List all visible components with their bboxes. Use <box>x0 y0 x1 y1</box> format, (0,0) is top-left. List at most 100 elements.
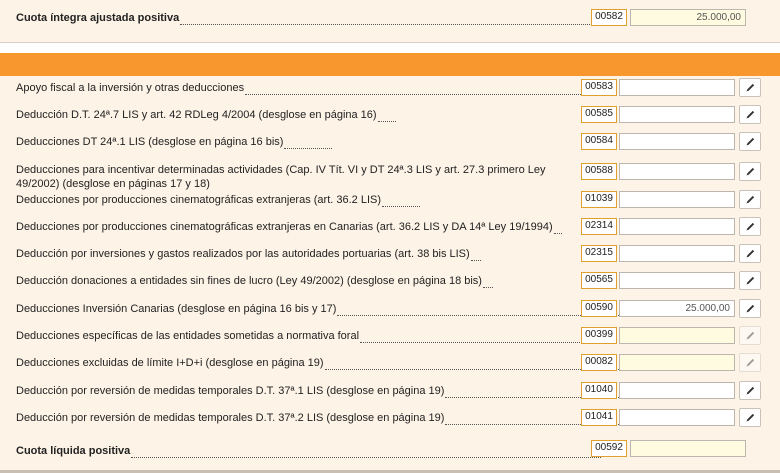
cuota-liquida-field <box>630 440 746 457</box>
row-label: Deducción por reversión de medidas tempo… <box>16 412 628 425</box>
pencil-icon <box>745 276 754 285</box>
dotted-leader <box>382 206 421 207</box>
box-code: 02315 <box>581 245 617 262</box>
dotted-leader <box>131 457 602 458</box>
box-code: 00583 <box>581 79 617 96</box>
box-code: 01040 <box>581 382 617 399</box>
row-label: Deducciones excluidas de límite I+D+i (d… <box>16 357 631 370</box>
section-header-bar <box>0 53 780 76</box>
dotted-leader <box>245 94 604 95</box>
deduction-label: Deducciones por producciones cinematográ… <box>16 194 382 206</box>
deduction-label: Apoyo fiscal a la inversión y otras dedu… <box>16 82 245 94</box>
edit-button <box>739 353 761 372</box>
edit-button[interactable] <box>739 78 761 97</box>
amount-field[interactable] <box>619 272 735 289</box>
box-code: 00582 <box>591 9 627 26</box>
deduction-label: Deducción D.T. 24ª.7 LIS y art. 42 RDLeg… <box>16 109 377 121</box>
amount-field[interactable] <box>619 245 735 262</box>
deduction-label: Deducciones específicas de las entidades… <box>16 330 360 342</box>
edit-button[interactable] <box>739 132 761 151</box>
pencil-icon <box>745 386 754 395</box>
box-code: 02314 <box>581 218 617 235</box>
row-label: Cuota líquida positiva <box>16 445 602 458</box>
box-code: 00592 <box>591 440 627 457</box>
pencil-icon <box>745 195 754 204</box>
deduction-label: Deducciones DT 24ª.1 LIS (desglose en pá… <box>16 136 284 148</box>
cuota-integra-label: Cuota íntegra ajustada positiva <box>16 12 180 24</box>
dotted-leader <box>360 342 599 343</box>
edit-button[interactable] <box>739 105 761 124</box>
pencil-icon <box>745 249 754 258</box>
pencil-icon <box>745 222 754 231</box>
box-code: 01041 <box>581 409 617 426</box>
edit-button[interactable] <box>739 190 761 209</box>
dotted-leader <box>470 260 481 261</box>
dotted-leader <box>553 233 562 234</box>
amount-field[interactable] <box>619 79 735 96</box>
amount-field[interactable] <box>619 191 735 208</box>
dotted-leader <box>377 121 396 122</box>
deduction-label: Deducción por inversiones y gastos reali… <box>16 248 470 260</box>
row-label: Deducciones para incentivar determinadas… <box>16 163 576 191</box>
deduction-label: Deducciones por producciones cinematográ… <box>16 221 553 233</box>
box-code: 00565 <box>581 272 617 289</box>
edit-button[interactable] <box>739 244 761 263</box>
dotted-leader <box>284 148 333 149</box>
box-code: 00590 <box>581 300 617 317</box>
amount-field[interactable] <box>619 409 735 426</box>
pencil-icon <box>745 413 754 422</box>
deductions-panel: Apoyo fiscal a la inversión y otras dedu… <box>0 53 780 473</box>
deduction-label: Deducciones Inversión Canarias (desglose… <box>16 303 337 315</box>
row-label: Deducciones Inversión Canarias (desglose… <box>16 303 620 316</box>
box-code: 01039 <box>581 191 617 208</box>
row-label: Deducciones por producciones cinematográ… <box>16 221 562 234</box>
edit-button[interactable] <box>739 162 761 181</box>
dotted-leader <box>337 315 620 316</box>
pencil-icon <box>745 110 754 119</box>
pencil-icon <box>745 331 754 340</box>
cuota-integra-field: 25.000,00 <box>630 9 746 26</box>
summary-panel: Cuota íntegra ajustada positiva 00582 25… <box>0 0 780 43</box>
pencil-icon <box>745 358 754 367</box>
row-label: Deducciones por producciones cinematográ… <box>16 194 421 207</box>
row-label: Cuota íntegra ajustada positiva <box>16 12 599 25</box>
row-label: Apoyo fiscal a la inversión y otras dedu… <box>16 82 604 95</box>
deduction-label: Deducción por reversión de medidas tempo… <box>16 412 445 424</box>
edit-button[interactable] <box>739 299 761 318</box>
dotted-leader <box>180 24 599 25</box>
pencil-icon <box>745 167 754 176</box>
row-label: Deducción donaciones a entidades sin fin… <box>16 275 493 288</box>
box-code: 00588 <box>581 163 617 180</box>
deduction-label: Deducciones para incentivar determinadas… <box>16 164 546 190</box>
deduction-label: Deducciones excluidas de límite I+D+i (d… <box>16 357 324 369</box>
box-code: 00399 <box>581 327 617 344</box>
row-label: Deducción por reversión de medidas tempo… <box>16 385 626 398</box>
pencil-icon <box>745 304 754 313</box>
amount-field <box>619 327 735 344</box>
edit-button[interactable] <box>739 381 761 400</box>
cuota-liquida-label: Cuota líquida positiva <box>16 445 131 457</box>
amount-field[interactable] <box>619 382 735 399</box>
amount-field[interactable]: 25.000,00 <box>619 300 735 317</box>
box-code: 00585 <box>581 106 617 123</box>
deduction-label: Deducción donaciones a entidades sin fin… <box>16 275 482 287</box>
dotted-leader <box>482 287 493 288</box>
edit-button[interactable] <box>739 217 761 236</box>
row-label: Deducciones específicas de las entidades… <box>16 330 599 343</box>
box-code: 00082 <box>581 354 617 371</box>
box-code: 00584 <box>581 133 617 150</box>
amount-field[interactable] <box>619 133 735 150</box>
deduction-label: Deducción por reversión de medidas tempo… <box>16 385 445 397</box>
edit-button <box>739 326 761 345</box>
edit-button[interactable] <box>739 408 761 427</box>
amount-field[interactable] <box>619 218 735 235</box>
amount-field <box>619 354 735 371</box>
pencil-icon <box>745 137 754 146</box>
amount-field[interactable] <box>619 163 735 180</box>
row-label: Deducciones DT 24ª.1 LIS (desglose en pá… <box>16 136 333 149</box>
row-label: Deducción por inversiones y gastos reali… <box>16 248 481 261</box>
amount-field[interactable] <box>619 106 735 123</box>
pencil-icon <box>745 83 754 92</box>
row-label: Deducción D.T. 24ª.7 LIS y art. 42 RDLeg… <box>16 109 396 122</box>
edit-button[interactable] <box>739 271 761 290</box>
